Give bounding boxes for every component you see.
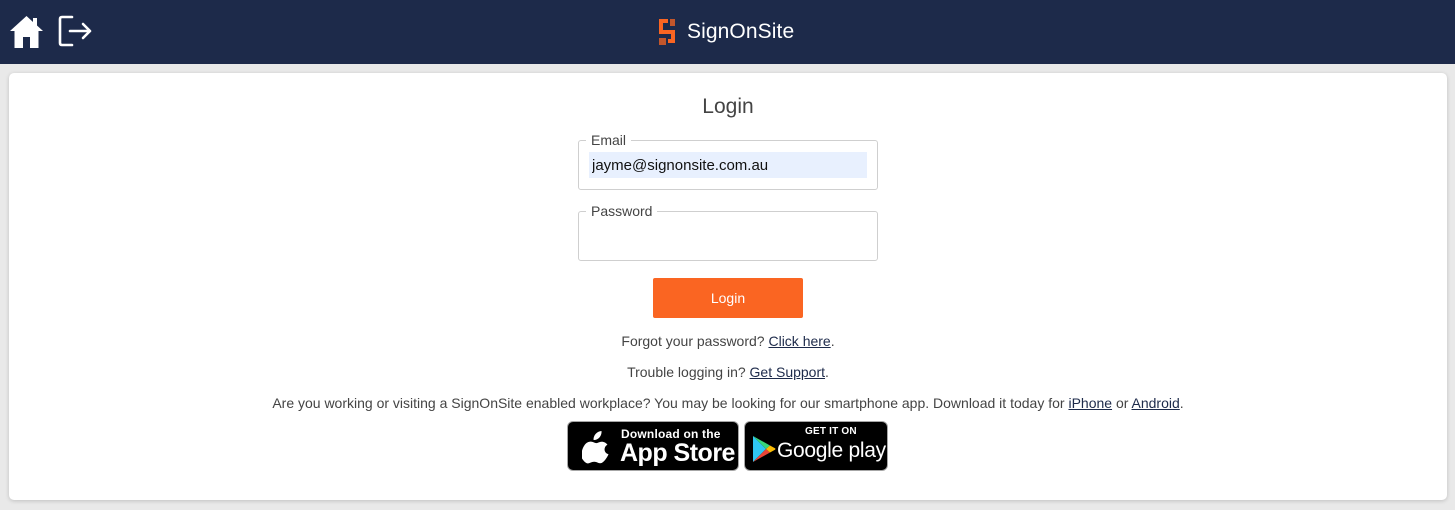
app-download-suffix: . — [1179, 395, 1184, 411]
google-play-badge[interactable]: GET IT ON Google play — [744, 421, 888, 471]
email-field: Email — [578, 131, 878, 190]
google-play-icon — [753, 436, 776, 462]
app-download-text: Are you working or visiting a SignOnSite… — [272, 395, 1065, 411]
app-download-line: Are you working or visiting a SignOnSite… — [9, 395, 1447, 411]
forgot-password-suffix: . — [830, 333, 835, 349]
password-label: Password — [586, 202, 658, 220]
top-navigation-bar: SignOnSite — [0, 0, 1455, 64]
forgot-password-link[interactable]: Click here — [768, 333, 830, 349]
brand-name: SignOnSite — [687, 20, 795, 43]
home-icon[interactable] — [8, 14, 45, 50]
google-play-big-text: Google play — [777, 439, 886, 462]
trouble-suffix: . — [825, 364, 829, 380]
google-play-small-text: GET IT ON — [805, 426, 857, 437]
password-field: Password — [578, 202, 878, 261]
app-store-big-text: App Store — [620, 439, 735, 467]
forgot-password-text: Forgot your password? — [621, 333, 765, 349]
page-title: Login — [702, 95, 754, 118]
password-input[interactable] — [589, 223, 867, 249]
email-label: Email — [586, 131, 632, 149]
iphone-link[interactable]: iPhone — [1068, 395, 1112, 411]
brand: SignOnSite — [656, 16, 794, 48]
app-download-or: or — [1115, 395, 1129, 411]
apple-icon — [582, 431, 609, 464]
forgot-password-line: Forgot your password? Click here. — [9, 333, 1447, 349]
login-button[interactable]: Login — [653, 278, 803, 318]
email-input[interactable] — [589, 152, 867, 178]
android-link[interactable]: Android — [1132, 395, 1180, 411]
logout-icon[interactable] — [57, 13, 93, 49]
signonsite-logo-icon — [659, 19, 675, 45]
get-support-link[interactable]: Get Support — [750, 364, 826, 380]
app-store-badge[interactable]: Download on the App Store — [567, 421, 739, 471]
trouble-text: Trouble logging in? — [627, 364, 746, 380]
trouble-logging-in-line: Trouble logging in? Get Support. — [9, 364, 1447, 380]
login-card: Login Email Password Login Forgot your p… — [9, 73, 1447, 500]
